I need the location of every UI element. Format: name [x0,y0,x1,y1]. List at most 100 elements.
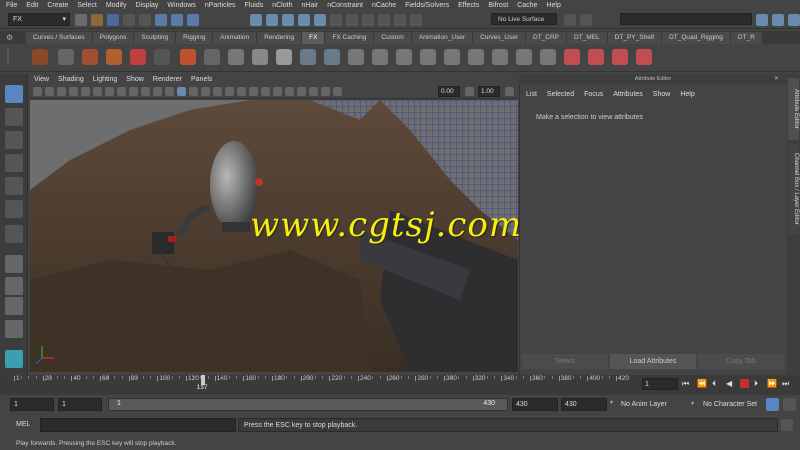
menu-file[interactable]: File [6,2,17,9]
ncloth-pants-icon[interactable] [588,49,604,65]
xray-components-icon[interactable] [321,87,330,96]
motion-blur-icon[interactable] [249,87,258,96]
shelf-tab-dt-py-shelf[interactable]: DT_PY_Shelf [607,32,662,44]
ncloth-constraint-icon[interactable] [636,49,652,65]
grid-icon[interactable] [81,87,90,96]
gravity-field-icon[interactable] [396,49,412,65]
menu-modify[interactable]: Modify [106,2,127,9]
shadows-icon[interactable] [225,87,234,96]
anti-aliasing-icon[interactable] [261,87,270,96]
menu-nparticles[interactable]: nParticles [205,2,236,9]
select-button[interactable]: Select [522,354,608,369]
single-perspective-layout-icon[interactable] [5,255,23,273]
shelf-tab-dt-quad-rigging[interactable]: DT_Quad_Rigging [662,32,730,44]
persp-outliner-layout-icon[interactable] [5,297,23,315]
textured-icon[interactable] [201,87,210,96]
exposure-field[interactable]: 0.00 [438,86,460,97]
newton-field-icon[interactable] [420,49,436,65]
image-plane-icon[interactable] [69,87,78,96]
uniform-field-icon[interactable] [492,49,508,65]
xray-joints-icon[interactable] [309,87,318,96]
xray-icon[interactable] [297,87,306,96]
shelf-tab-sculpting[interactable]: Sculpting [134,32,176,44]
live-surface-field[interactable]: No Live Surface [491,13,557,25]
viewport-menu-panels[interactable]: Panels [191,76,212,83]
viewport-menu-shading[interactable]: Shading [58,76,84,83]
select-object-icon[interactable] [171,14,183,26]
particle-emitter-icon[interactable] [32,49,48,65]
ipr-render-icon[interactable] [362,14,374,26]
shelf-tab-dt-r[interactable]: DT_R [730,32,762,44]
playback-end-field[interactable]: 430 [512,398,558,411]
step-back-key-icon[interactable]: ⏪ [697,379,707,388]
tab-channel-box[interactable]: Channel Box / Layer Editor [788,144,799,234]
step-back-frame-icon[interactable]: ⏴ [712,379,716,389]
gear-icon[interactable]: ⚙ [6,33,13,42]
ae-menu-help[interactable]: Help [680,91,694,98]
move-tool-icon[interactable] [5,154,23,172]
menu-cache[interactable]: Cache [517,2,537,9]
fluid-container-icon[interactable] [106,49,122,65]
air-field-icon[interactable] [348,49,364,65]
rotate-tool-icon[interactable] [5,177,23,195]
viewport-menu-show[interactable]: Show [126,76,144,83]
select-tool-icon[interactable] [5,85,23,103]
channel-box-toggle-icon[interactable] [788,14,800,26]
turbulence-field-icon[interactable] [468,49,484,65]
menu-set-dropdown[interactable]: FX ▾ [8,13,70,26]
shelf-tab-fx[interactable]: FX [302,32,325,44]
menu-ncache[interactable]: nCache [372,2,396,9]
gamma-field[interactable]: 1.00 [478,86,500,97]
wireframe-icon[interactable] [165,87,174,96]
animation-preferences-icon[interactable] [783,398,796,411]
shelf-tab-curves-user[interactable]: Curves_User [473,32,525,44]
wireframe-on-shaded-icon[interactable] [189,87,198,96]
copy-tab-button[interactable]: Copy Tab [698,354,784,369]
persp-graph-layout-icon[interactable] [5,320,23,338]
menu-nhair[interactable]: nHair [301,2,318,9]
viewport-menu-renderer[interactable]: Renderer [153,76,182,83]
ae-menu-list[interactable]: List [526,91,537,98]
lasso-tool-icon[interactable] [5,108,23,126]
new-scene-icon[interactable] [75,14,87,26]
viewport-menu-lighting[interactable]: Lighting [93,76,118,83]
animation-end-field[interactable]: 430 [561,398,607,411]
select-camera-icon[interactable] [33,87,42,96]
script-editor-icon[interactable] [781,419,793,431]
surface-flow-icon[interactable] [324,49,340,65]
particle-tool-icon[interactable] [58,49,74,65]
step-forward-frame-icon[interactable]: ⏵ [754,379,758,389]
camera-attributes-icon[interactable] [45,87,54,96]
film-gate-icon[interactable] [93,87,102,96]
save-scene-icon[interactable] [107,14,119,26]
symmetry-icon[interactable] [580,14,592,26]
menu-fields-solvers[interactable]: Fields/Solvers [405,2,449,9]
isolate-select-icon[interactable] [285,87,294,96]
menu-help[interactable]: Help [546,2,560,9]
ae-menu-selected[interactable]: Selected [547,91,574,98]
volume-axis-icon[interactable] [540,49,556,65]
command-line-input[interactable] [40,418,236,432]
magnet-icon[interactable] [410,14,422,26]
ae-menu-show[interactable]: Show [653,91,671,98]
shelf-tab-fx-caching[interactable]: FX Caching [325,32,374,44]
snap-view-plane-icon[interactable] [298,14,310,26]
load-attributes-button[interactable]: Load Attributes [610,354,696,369]
play-backwards-icon[interactable]: ◀ [726,379,732,388]
resolution-gate-icon[interactable] [105,87,114,96]
ncloth-shirt-icon[interactable] [564,49,580,65]
safe-action-icon[interactable] [141,87,150,96]
shelf-tab-rigging[interactable]: Rigging [176,32,213,44]
paint-select-icon[interactable] [5,131,23,149]
radial-field-icon[interactable] [444,49,460,65]
chevron-down-icon[interactable]: ▾ [610,399,613,406]
drag-field-icon[interactable] [372,49,388,65]
use-all-lights-icon[interactable] [213,87,222,96]
viewport-menu-view[interactable]: View [34,76,49,83]
shelf-tab-dt-crp[interactable]: DT_CRP [526,32,567,44]
smooth-shade-icon[interactable] [177,87,186,96]
shelf-tab-polygons[interactable]: Polygons [92,32,134,44]
snap-point-icon[interactable] [282,14,294,26]
vortex-field-icon[interactable] [516,49,532,65]
auto-keyframe-icon[interactable] [766,398,779,411]
